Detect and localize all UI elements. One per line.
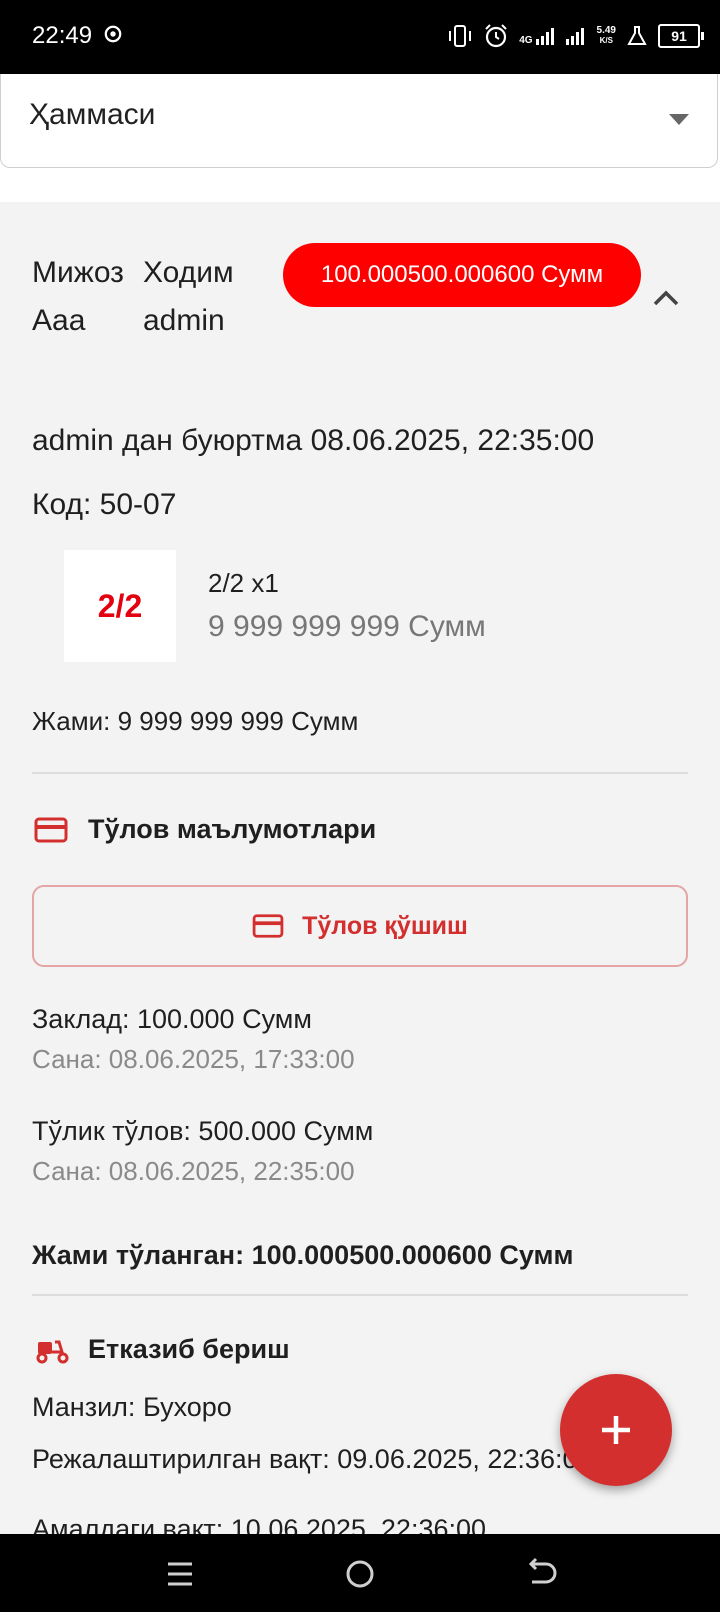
divider (32, 772, 688, 774)
credit-card-icon (34, 817, 68, 843)
order-code: Код: 50-07 (32, 488, 177, 521)
signal-icon (535, 28, 554, 45)
payment-date: Сана: 08.06.2025, 22:35:00 (32, 1156, 355, 1186)
add-payment-button[interactable]: Тўлов қўшиш (32, 885, 688, 967)
net-speed: 5.49 K/S (597, 26, 616, 46)
order-total-text: 100.000500.000600 Сумм (320, 261, 604, 288)
item-price: 9 999 999 999 Сумм (208, 610, 486, 643)
network-type: 4G (519, 26, 554, 46)
staff-label: Ходим (143, 256, 234, 289)
order-total-badge: 100.000500.000600 Сумм (283, 243, 641, 307)
credit-card-icon (252, 914, 284, 938)
order-sum: Жами: 9 999 999 999 Сумм (32, 706, 359, 736)
chevron-up-icon[interactable] (650, 286, 682, 310)
status-bar: 22:49 4G 5.49 K/S 91 (0, 0, 720, 74)
delivery-scheduled: Режалаштирилган вақт: 09.06.2025, 22:36:… (32, 1444, 593, 1474)
delivery-address: Манзил: Бухоро (32, 1392, 232, 1422)
payment-section-title: Тўлов маълумотлари (88, 814, 377, 844)
customer-label: Мижоз (32, 256, 124, 289)
paid-total: Жами тўланган: 100.000500.000600 Сумм (32, 1240, 574, 1270)
payment-entry: Тўлик тўлов: 500.000 Сумм (32, 1116, 374, 1146)
battery-icon: 91 (658, 24, 704, 48)
delivery-section-title: Етказиб бериш (88, 1334, 290, 1364)
battery-level: 91 (671, 28, 687, 44)
add-payment-label: Тўлов қўшиш (302, 911, 468, 940)
alarm-icon (485, 24, 507, 48)
menu-icon[interactable] (160, 1554, 200, 1594)
payment-entry: Заклад: 100.000 Сумм (32, 1004, 312, 1034)
divider (32, 1294, 688, 1296)
network-label: 4G (519, 35, 533, 46)
payment-date: Сана: 08.06.2025, 17:33:00 (32, 1044, 355, 1074)
filter-selected: Ҳаммаси (29, 98, 156, 131)
staff-name: admin (143, 304, 225, 337)
home-icon[interactable] (340, 1554, 380, 1594)
item-name: 2/2 x1 (208, 568, 279, 598)
customer-name: Aaa (32, 304, 86, 337)
net-speed-unit: K/S (599, 36, 613, 45)
status-icons: 4G 5.49 K/S 91 (447, 20, 704, 52)
filter-dropdown[interactable]: Ҳаммаси (0, 74, 718, 168)
net-speed-value: 5.49 (596, 25, 616, 36)
signal-icon (565, 28, 584, 45)
plus-icon (602, 1416, 630, 1444)
vibrate-icon (449, 25, 472, 47)
add-fab-button[interactable] (560, 1374, 672, 1486)
back-icon[interactable] (520, 1554, 560, 1594)
item-thumbnail[interactable]: 2/2 (64, 550, 176, 662)
scooter-icon (36, 1340, 69, 1364)
lab-icon (627, 26, 647, 45)
system-nav-bar (0, 1534, 720, 1612)
status-time: 22:49 (32, 22, 93, 49)
chevron-down-icon (669, 114, 689, 125)
chrome-icon (104, 25, 122, 43)
order-created: admin дан буюртма 08.06.2025, 22:35:00 (32, 424, 595, 457)
item-thumbnail-text: 2/2 (97, 587, 143, 624)
